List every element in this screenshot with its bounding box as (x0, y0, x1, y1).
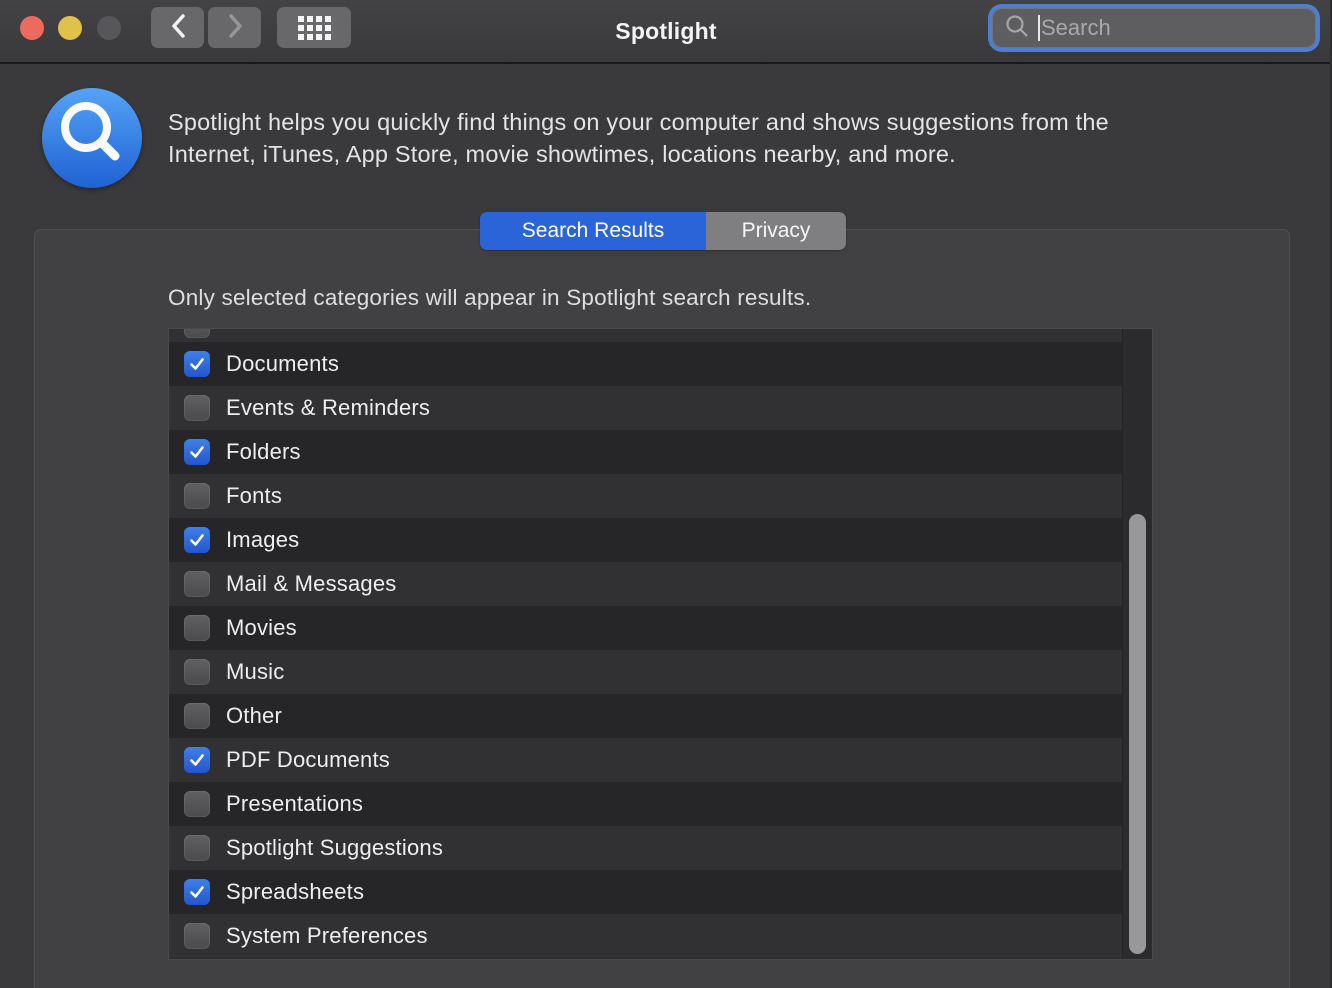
instruction-text: Only selected categories will appear in … (168, 285, 812, 310)
list-row[interactable]: Presentations (169, 782, 1122, 826)
list-row[interactable]: Music (169, 650, 1122, 694)
tab-search-results[interactable]: Search Results (480, 212, 706, 250)
category-label: Folders (226, 439, 301, 464)
list-row-partial[interactable] (169, 329, 1122, 342)
category-checkbox[interactable] (184, 923, 210, 949)
category-label: Events & Reminders (226, 395, 431, 420)
list-row[interactable]: Movies (169, 606, 1122, 650)
spotlight-app-icon (42, 88, 142, 188)
list-row[interactable]: Events & Reminders (169, 386, 1122, 430)
scrollbar-thumb[interactable] (1129, 514, 1146, 954)
list-row[interactable]: Fonts (169, 474, 1122, 518)
category-label: Other (226, 703, 283, 728)
category-label: Images (226, 527, 300, 552)
checkmark-icon (190, 534, 204, 546)
category-checkbox[interactable] (184, 835, 210, 861)
scrollbar-track[interactable] (1122, 329, 1152, 959)
grid-icon (297, 15, 331, 40)
search-icon (1004, 13, 1030, 44)
category-checkbox[interactable] (184, 395, 210, 421)
search-input[interactable]: Search (992, 8, 1316, 48)
checkmark-icon (190, 358, 204, 370)
titlebar: Spotlight Search (0, 0, 1332, 64)
list-row[interactable]: Documents (169, 342, 1122, 386)
category-label: Fonts (226, 483, 283, 508)
forward-button[interactable] (208, 7, 261, 48)
category-checkbox[interactable] (184, 879, 210, 905)
category-label: Presentations (226, 791, 364, 816)
category-label: Mail & Messages (226, 571, 397, 596)
list-row[interactable]: Other (169, 694, 1122, 738)
list-row[interactable]: Spotlight Suggestions (169, 826, 1122, 870)
category-checkbox[interactable] (184, 571, 210, 597)
category-label: PDF Documents (226, 747, 390, 772)
list-row[interactable]: Folders (169, 430, 1122, 474)
checkmark-icon (190, 886, 204, 898)
checkmark-icon (190, 754, 204, 766)
back-button[interactable] (151, 7, 204, 48)
magnifier-icon (42, 86, 142, 191)
categories-rows: Documents Events & Reminders Folders Fon… (169, 329, 1122, 958)
category-checkbox[interactable] (184, 527, 210, 553)
tab-bar: Search Results Privacy (480, 212, 846, 250)
description-line-1: Spotlight helps you quickly find things … (168, 109, 1109, 135)
category-checkbox[interactable] (184, 659, 210, 685)
list-row[interactable]: System Preferences (169, 914, 1122, 958)
category-label: Spreadsheets (226, 879, 365, 904)
checkmark-icon (190, 446, 204, 458)
category-checkbox[interactable] (184, 703, 210, 729)
category-label: Documents (226, 351, 340, 376)
categories-list: Documents Events & Reminders Folders Fon… (168, 328, 1153, 960)
tab-privacy[interactable]: Privacy (706, 212, 846, 250)
category-checkbox[interactable] (184, 747, 210, 773)
description-line-2: Internet, iTunes, App Store, movie showt… (168, 141, 956, 167)
checkbox-partial[interactable] (184, 329, 210, 338)
category-checkbox[interactable] (184, 791, 210, 817)
category-label: Music (226, 659, 285, 684)
show-all-preferences-button[interactable] (277, 7, 351, 48)
category-checkbox[interactable] (184, 615, 210, 641)
list-row[interactable]: Mail & Messages (169, 562, 1122, 606)
category-label: System Preferences (226, 923, 428, 948)
category-checkbox[interactable] (184, 483, 210, 509)
search-placeholder: Search (1041, 15, 1111, 40)
chevron-right-icon (226, 13, 244, 42)
chevron-left-icon (169, 13, 187, 42)
category-checkbox[interactable] (184, 351, 210, 377)
list-row[interactable]: PDF Documents (169, 738, 1122, 782)
category-label: Movies (226, 615, 297, 640)
category-label: Spotlight Suggestions (226, 835, 444, 860)
text-caret (1038, 15, 1040, 41)
list-row[interactable]: Images (169, 518, 1122, 562)
list-row[interactable]: Spreadsheets (169, 870, 1122, 914)
category-checkbox[interactable] (184, 439, 210, 465)
spotlight-description: Spotlight helps you quickly find things … (168, 106, 1278, 170)
